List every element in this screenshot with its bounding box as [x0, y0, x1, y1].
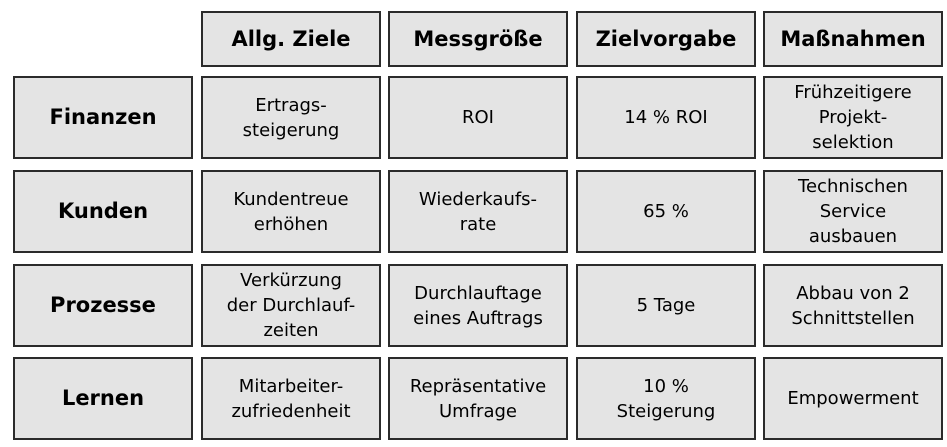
cell-prozesse-zielvorgabe: 5 Tage	[576, 264, 756, 347]
cell-prozesse-ziele: Verkürzung der Durchlauf- zeiten	[201, 264, 381, 347]
cell-lernen-messgroesse: Repräsentative Umfrage	[388, 357, 568, 440]
column-header-messgroesse: Messgröße	[388, 11, 568, 67]
row-header-prozesse: Prozesse	[13, 264, 193, 347]
column-header-massnahmen: Maßnahmen	[763, 11, 943, 67]
cell-lernen-zielvorgabe: 10 % Steigerung	[576, 357, 756, 440]
cell-kunden-massnahmen: Technischen Service ausbauen	[763, 170, 943, 253]
row-header-kunden: Kunden	[13, 170, 193, 253]
cell-lernen-ziele: Mitarbeiter- zufriedenheit	[201, 357, 381, 440]
cell-finanzen-ziele: Ertrags- steigerung	[201, 76, 381, 159]
column-header-zielvorgabe: Zielvorgabe	[576, 11, 756, 67]
cell-finanzen-messgroesse: ROI	[388, 76, 568, 159]
cell-prozesse-massnahmen: Abbau von 2 Schnittstellen	[763, 264, 943, 347]
row-header-lernen: Lernen	[13, 357, 193, 440]
cell-lernen-massnahmen: Empowerment	[763, 357, 943, 440]
cell-kunden-messgroesse: Wiederkaufs- rate	[388, 170, 568, 253]
row-header-finanzen: Finanzen	[13, 76, 193, 159]
column-header-allg-ziele: Allg. Ziele	[201, 11, 381, 67]
cell-finanzen-zielvorgabe: 14 % ROI	[576, 76, 756, 159]
cell-kunden-ziele: Kundentreue erhöhen	[201, 170, 381, 253]
cell-finanzen-massnahmen: Frühzeitigere Projekt- selektion	[763, 76, 943, 159]
cell-prozesse-messgroesse: Durchlauftage eines Auftrags	[388, 264, 568, 347]
cell-kunden-zielvorgabe: 65 %	[576, 170, 756, 253]
